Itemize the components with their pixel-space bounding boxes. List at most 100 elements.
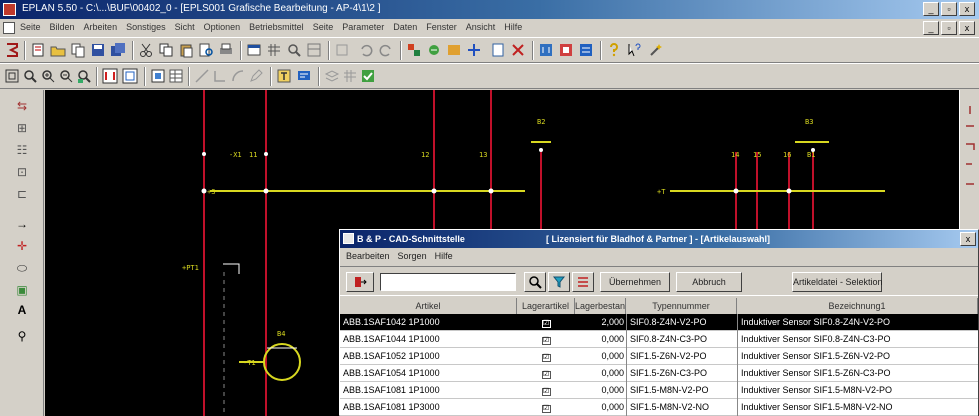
- uebernehmen-button[interactable]: Übernehmen: [600, 272, 670, 292]
- terminal-icon[interactable]: [538, 42, 554, 58]
- minimize-button[interactable]: _: [923, 2, 939, 16]
- mdi-close-button[interactable]: x: [959, 21, 975, 35]
- column-header-artikel[interactable]: Artikel: [340, 298, 517, 314]
- copy-icon[interactable]: [158, 42, 174, 58]
- close-button[interactable]: x: [959, 2, 975, 16]
- paste-icon[interactable]: [178, 42, 194, 58]
- delete-page-icon[interactable]: [510, 42, 526, 58]
- arc-icon[interactable]: [230, 68, 246, 84]
- checkbox-icon[interactable]: ☑: [541, 388, 551, 396]
- ellipse-icon[interactable]: ⬭: [13, 260, 31, 276]
- dialog-menu-item[interactable]: Bearbeiten: [346, 251, 390, 261]
- search-input[interactable]: [380, 273, 516, 291]
- menu-item[interactable]: Betriebsmittel: [249, 22, 304, 32]
- text-icon[interactable]: [276, 68, 292, 84]
- device-tag-icon[interactable]: ⇆: [13, 98, 31, 114]
- mdi-minimize-button[interactable]: _: [923, 21, 939, 35]
- menu-item[interactable]: Sonstiges: [126, 22, 166, 32]
- connection-icon[interactable]: [212, 68, 228, 84]
- print-preview-icon[interactable]: [198, 42, 214, 58]
- line-icon[interactable]: [194, 68, 210, 84]
- black-box-icon[interactable]: ⊡: [13, 164, 31, 180]
- menu-item[interactable]: Daten: [393, 22, 417, 32]
- grid-toggle-icon[interactable]: [342, 68, 358, 84]
- context-help-icon[interactable]: [626, 42, 642, 58]
- zoom-window-icon[interactable]: [286, 42, 302, 58]
- table-row[interactable]: ABB.1SAF1054 1P1000 ☑ 0,000 SIF1.5-Z6N-C3-P…: [340, 365, 978, 382]
- edit-icon[interactable]: [248, 68, 264, 84]
- abbruch-button[interactable]: Abbruch: [676, 272, 742, 292]
- checkbox-icon[interactable]: ☑: [541, 354, 551, 362]
- column-header-typennummer[interactable]: Typennummer: [626, 298, 737, 314]
- column-header-lagerartikel[interactable]: Lagerartikel: [517, 298, 575, 314]
- table-row[interactable]: ABB.1SAF1042 1P1000 ☑ 2,000 SIF0.8-Z4N-V2-P…: [340, 314, 978, 331]
- binoculars-icon[interactable]: ⚲: [13, 328, 31, 344]
- dialog-close-button[interactable]: x: [960, 232, 976, 246]
- zoom-out-icon[interactable]: [58, 68, 74, 84]
- zoom-icon[interactable]: [22, 68, 38, 84]
- symbol-library-icon[interactable]: [426, 42, 442, 58]
- wizard-icon[interactable]: [648, 42, 664, 58]
- table-icon[interactable]: [168, 68, 184, 84]
- text-tool-icon[interactable]: A: [13, 302, 31, 318]
- report-icon[interactable]: [578, 42, 594, 58]
- maximize-button[interactable]: ▫: [941, 2, 957, 16]
- snap-icon[interactable]: [102, 68, 118, 84]
- zoom-in-icon[interactable]: [40, 68, 56, 84]
- help-icon[interactable]: [606, 42, 622, 58]
- cut-icon[interactable]: [138, 42, 154, 58]
- layout-icon[interactable]: [306, 42, 322, 58]
- menu-item[interactable]: Bilden: [50, 22, 75, 32]
- components-icon[interactable]: [406, 42, 422, 58]
- zoom-all-icon[interactable]: [4, 68, 20, 84]
- mdi-maximize-button[interactable]: ▫: [941, 21, 957, 35]
- table-row[interactable]: ABB.1SAF1052 1P1000 ☑ 0,000 SIF1.5-Z6N-V2-P…: [340, 348, 978, 365]
- table-row[interactable]: ABB.1SAF1081 1P3000 ☑ 0,000 SIF1.5-M8N-V2-N…: [340, 399, 978, 416]
- column-header-lagerbestand[interactable]: Lagerbestand: [575, 298, 626, 314]
- grid-icon[interactable]: [266, 42, 282, 58]
- column-header-bezeichnung[interactable]: Bezeichnung1: [737, 298, 978, 314]
- ok-icon[interactable]: [360, 68, 376, 84]
- eplan-app-icon[interactable]: [3, 3, 16, 16]
- junction-icon[interactable]: ✛: [13, 238, 31, 254]
- insert-symbol-icon[interactable]: [150, 68, 166, 84]
- document-icon[interactable]: [3, 22, 15, 34]
- arrow-right-icon[interactable]: →: [13, 216, 31, 232]
- dialog-menu-item[interactable]: Sorgen: [398, 251, 427, 261]
- potential-icon[interactable]: ⊞: [13, 120, 31, 136]
- menu-item[interactable]: Hilfe: [504, 22, 522, 32]
- image-icon[interactable]: ▣: [13, 282, 31, 298]
- artikeldatei-selektion-button[interactable]: Artikeldatei - Selektion: [792, 272, 883, 292]
- save-all-icon[interactable]: [110, 42, 126, 58]
- page-copy-icon[interactable]: [70, 42, 86, 58]
- window-icon[interactable]: [246, 42, 262, 58]
- menu-item[interactable]: Seite: [20, 22, 41, 32]
- open-folder-icon[interactable]: [50, 42, 66, 58]
- menu-item[interactable]: Fenster: [426, 22, 457, 32]
- menu-item[interactable]: Seite: [313, 22, 334, 32]
- properties-icon[interactable]: [334, 42, 350, 58]
- macro-icon[interactable]: [446, 42, 462, 58]
- comment-icon[interactable]: [296, 68, 312, 84]
- table-row[interactable]: ABB.1SAF1044 1P1000 ☑ 0,000 SIF0.8-Z4N-C3-P…: [340, 331, 978, 348]
- checkbox-icon[interactable]: ☑: [541, 405, 551, 413]
- page-new-icon[interactable]: [30, 42, 46, 58]
- dialog-menu-item[interactable]: Hilfe: [435, 251, 453, 261]
- layer-icon[interactable]: [324, 68, 340, 84]
- save-icon[interactable]: [90, 42, 106, 58]
- checkbox-icon[interactable]: ☑: [541, 371, 551, 379]
- filter-button[interactable]: [548, 272, 570, 292]
- exit-button[interactable]: [346, 272, 374, 292]
- checkbox-icon[interactable]: ☑: [541, 320, 551, 328]
- plug-icon[interactable]: ⊏: [13, 186, 31, 202]
- search-button[interactable]: [524, 272, 546, 292]
- table-row[interactable]: ABB.1SAF1081 1P1000 ☑ 0,000 SIF1.5-M8N-V2-P…: [340, 382, 978, 399]
- undo-icon[interactable]: [358, 42, 374, 58]
- menu-item[interactable]: Parameter: [342, 22, 384, 32]
- sum-icon[interactable]: [4, 42, 20, 58]
- menu-item[interactable]: Arbeiten: [84, 22, 118, 32]
- menu-item[interactable]: Optionen: [204, 22, 241, 32]
- redo-icon[interactable]: [378, 42, 394, 58]
- pan-icon[interactable]: [76, 68, 92, 84]
- grid-snap-icon[interactable]: [122, 68, 138, 84]
